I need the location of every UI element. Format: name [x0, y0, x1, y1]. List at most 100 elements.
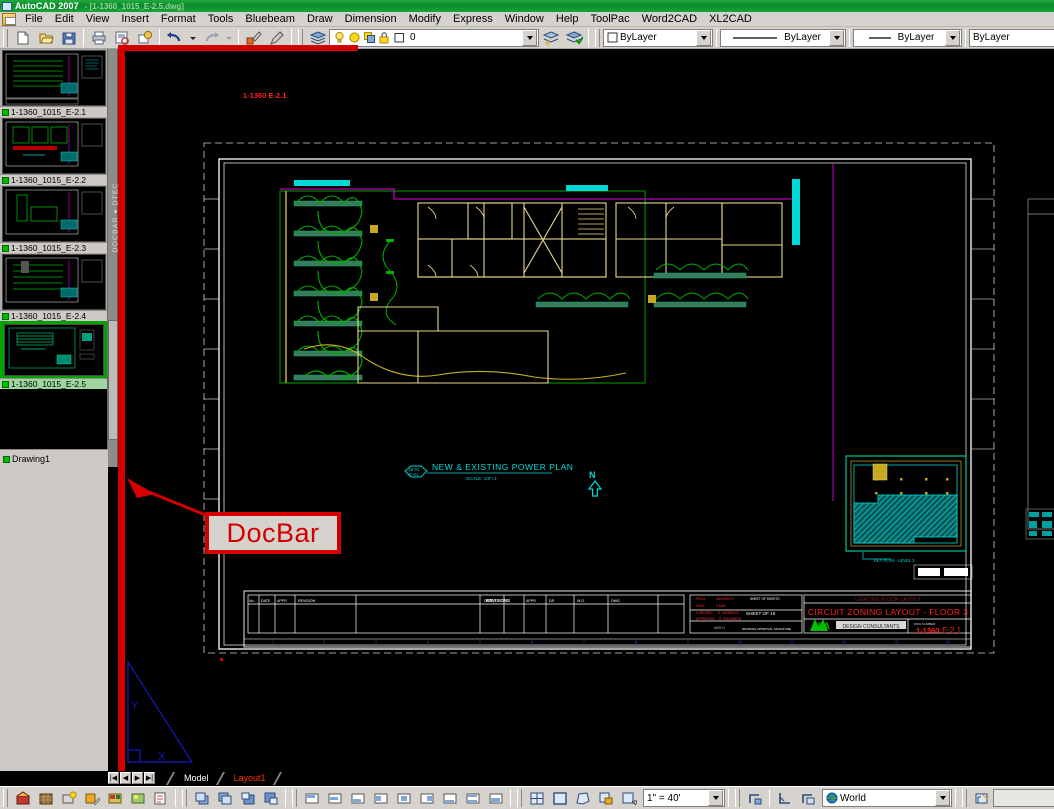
materials-icon[interactable]	[35, 788, 56, 808]
menu-window[interactable]: Window	[499, 12, 550, 26]
menu-toolpac[interactable]: ToolPac	[585, 12, 636, 26]
toolbar-separator	[955, 789, 956, 807]
menu-view[interactable]: View	[80, 12, 116, 26]
sun-properties-icon[interactable]	[81, 788, 102, 808]
align-middle-icon[interactable]	[324, 788, 345, 808]
docbar-extra-item[interactable]: Drawing1	[0, 449, 108, 467]
linetype-control-combo[interactable]: ByLayer	[720, 28, 846, 47]
tab-model[interactable]: Model	[175, 772, 216, 785]
ucs-toolbar-grip[interactable]	[735, 789, 740, 807]
tab-layout1[interactable]: Layout1	[224, 772, 273, 785]
autocad-icon	[2, 1, 12, 11]
docbar-thumbnail-2[interactable]: 1-1360_1015_E-2.2	[0, 117, 107, 185]
menu-xl2cad[interactable]: XL2CAD	[703, 12, 758, 26]
menu-dimension[interactable]: Dimension	[339, 12, 403, 26]
align-toolbar-grip[interactable]	[292, 789, 297, 807]
docbar-thumbnail-1[interactable]: 1-1360_1015_E-2.1	[0, 49, 107, 117]
ucs-axis-icon[interactable]	[774, 788, 795, 808]
align-center-icon[interactable]	[393, 788, 414, 808]
menu-format[interactable]: Format	[155, 12, 202, 26]
single-viewport-icon[interactable]	[549, 788, 570, 808]
ucs-world-icon[interactable]	[797, 788, 818, 808]
polygonal-viewport-icon[interactable]	[572, 788, 593, 808]
first-tab-icon[interactable]: |◀	[108, 772, 119, 784]
lock-icon	[379, 32, 389, 44]
named-view-combo[interactable]	[993, 789, 1054, 807]
viewport-scale-combo[interactable]: 1" = 40'	[643, 789, 725, 807]
linetype-dropdown-arrow[interactable]	[829, 29, 844, 46]
docbar-thumbnail-4[interactable]: 1-1360_1015_E-2.4	[0, 253, 107, 321]
layer-previous-icon[interactable]	[540, 28, 561, 48]
distribute-v-icon[interactable]	[462, 788, 483, 808]
draworder-toolbar-grip[interactable]	[182, 789, 187, 807]
viewport-icon[interactable]	[526, 788, 547, 808]
bring-above-icon[interactable]	[237, 788, 258, 808]
plot-icon[interactable]	[88, 28, 109, 48]
svg-text:S. MORALES: S. MORALES	[718, 611, 739, 615]
menu-express[interactable]: Express	[447, 12, 499, 26]
plan-title-text: NEW & EXISTING POWER PLAN	[432, 462, 573, 472]
color-dropdown-arrow[interactable]	[696, 29, 711, 46]
space-evenly-icon[interactable]	[485, 788, 506, 808]
menu-modify[interactable]: Modify	[403, 12, 447, 26]
layer-toolbar-grip[interactable]	[298, 28, 303, 47]
send-under-icon[interactable]	[260, 788, 281, 808]
named-views-icon[interactable]	[971, 788, 992, 808]
bring-to-front-icon[interactable]	[191, 788, 212, 808]
document-menu-icon[interactable]	[2, 12, 16, 26]
viewport-scale-arrow[interactable]	[708, 790, 723, 806]
last-tab-icon[interactable]: ▶|	[144, 772, 155, 784]
docbar-thumbnail-label: 1-1360_1015_E-2.1	[0, 106, 107, 117]
align-left-icon[interactable]	[370, 788, 391, 808]
docbar-thumbnail-5[interactable]: 1-1360_1015_E-2.5	[0, 321, 107, 389]
layer-dropdown-arrow[interactable]	[522, 29, 537, 46]
plotstyle-control-combo[interactable]: ByLayer	[969, 28, 1054, 47]
continuous-linetype-icon	[733, 37, 778, 39]
properties-toolbar-grip[interactable]	[595, 28, 600, 47]
toolbar-separator	[238, 28, 239, 47]
menu-bluebeam[interactable]: Bluebeam	[239, 12, 301, 26]
render-env-icon[interactable]	[127, 788, 148, 808]
menu-file[interactable]: File	[19, 12, 49, 26]
docbar-thumbnail-label: 1-1360_1015_E-2.2	[0, 174, 107, 185]
drawing-canvas[interactable]: 1-1360 E-2.1 18-01 E-01 NEW & EXISTING P…	[118, 49, 1054, 771]
align-top-icon[interactable]	[301, 788, 322, 808]
ucs-icon[interactable]	[744, 788, 765, 808]
prev-tab-icon[interactable]: ◀	[120, 772, 131, 784]
viewport-scale-icon[interactable]	[618, 788, 639, 808]
next-tab-icon[interactable]: ▶	[132, 772, 143, 784]
save-icon[interactable]	[58, 28, 79, 48]
plan-scale-text: SCALE: 1/8"=1'	[466, 476, 498, 481]
menu-insert[interactable]: Insert	[115, 12, 155, 26]
send-to-back-icon[interactable]	[214, 788, 235, 808]
distribute-h-icon[interactable]	[439, 788, 460, 808]
open-file-icon[interactable]	[35, 28, 56, 48]
make-layer-current-icon[interactable]	[563, 28, 584, 48]
render-icon[interactable]	[12, 788, 33, 808]
new-file-icon[interactable]	[12, 28, 33, 48]
viewport-toolbar-grip[interactable]	[517, 789, 522, 807]
align-bottom-icon[interactable]	[347, 788, 368, 808]
menu-draw[interactable]: Draw	[301, 12, 339, 26]
toolbar-grip[interactable]	[3, 28, 8, 47]
lineweight-control-combo[interactable]: ByLayer	[853, 28, 962, 47]
docbar-scrollbar[interactable]	[108, 320, 118, 440]
render-toolbar-grip[interactable]	[3, 789, 8, 807]
align-right-icon[interactable]	[416, 788, 437, 808]
ucs-combo[interactable]: World	[822, 789, 952, 807]
render-settings-icon[interactable]	[150, 788, 171, 808]
views-toolbar-grip[interactable]	[962, 789, 967, 807]
menu-help[interactable]: Help	[550, 12, 585, 26]
ucs-dropdown-arrow[interactable]	[935, 790, 950, 806]
color-control-combo[interactable]: ByLayer	[603, 28, 713, 47]
lineweight-dropdown-arrow[interactable]	[945, 29, 960, 46]
lights-icon[interactable]	[58, 788, 79, 808]
clip-viewport-icon[interactable]	[595, 788, 616, 808]
menu-edit[interactable]: Edit	[49, 12, 80, 26]
menu-tools[interactable]: Tools	[202, 12, 240, 26]
layer-control-combo[interactable]: 0	[329, 28, 539, 47]
docbar-thumbnail-3[interactable]: 1-1360_1015_E-2.3	[0, 185, 107, 253]
map-icon[interactable]	[104, 788, 125, 808]
menu-word2cad[interactable]: Word2CAD	[636, 12, 703, 26]
docbar-panel[interactable]: 1-1360_1015_E-2.1 1-1360_1015_E-2.2 1-13…	[0, 49, 108, 467]
